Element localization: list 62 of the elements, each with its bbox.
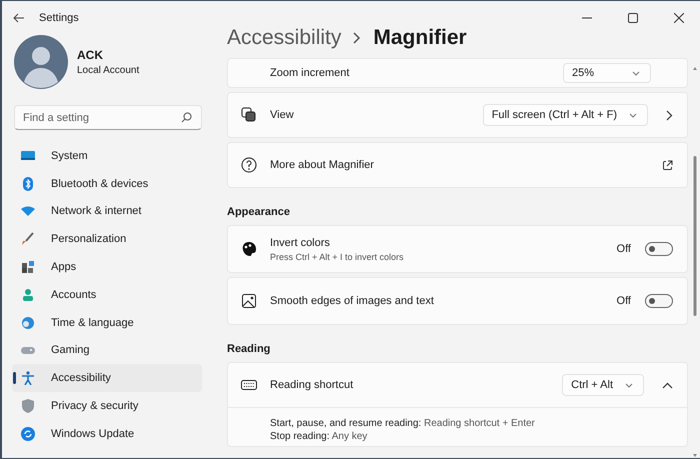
person-icon [21, 288, 35, 302]
dropdown[interactable]: Ctrl + Alt [562, 374, 644, 396]
avatar-silhouette-icon [14, 35, 68, 89]
search-icon [181, 112, 192, 123]
sidebar-item[interactable]: Accounts [12, 280, 202, 309]
sidebar-item[interactable]: Privacy & security [12, 392, 202, 420]
breadcrumb-parent[interactable]: Accessibility [227, 26, 342, 50]
shortcut-description: Stop reading: Any key [270, 431, 368, 442]
sidebar-item[interactable]: Bluetooth & devices [12, 170, 202, 198]
section-heading: Reading [227, 343, 272, 355]
image-icon [241, 293, 257, 309]
view-icon [241, 107, 257, 123]
account-name: ACK [77, 48, 104, 62]
setting-label: View [270, 109, 295, 121]
chevron-down-icon [632, 70, 640, 76]
account-type: Local Account [77, 65, 140, 76]
search-field[interactable]: Find a setting [14, 105, 202, 130]
accessibility-icon [21, 371, 35, 386]
sidebar-item[interactable]: Accessibility [12, 364, 202, 392]
close-icon[interactable] [674, 13, 684, 23]
palette-icon [241, 241, 257, 257]
setting-label: Reading shortcut [270, 379, 354, 391]
sidebar-item[interactable]: Time & language [12, 308, 202, 337]
sidebar-item[interactable]: Gaming [12, 336, 202, 364]
toggle-switch[interactable] [645, 294, 673, 308]
window-title: Settings [39, 12, 79, 24]
chevron-right-icon[interactable] [666, 110, 673, 120]
setting-label: Zoom increment [270, 67, 350, 79]
system-icon [21, 148, 35, 163]
setting-description: Press Ctrl + Alt + I to invert colors [270, 252, 405, 262]
chevron-right-icon [353, 32, 362, 44]
apps-icon [21, 260, 35, 274]
chevron-down-icon [629, 112, 637, 118]
back-arrow-icon[interactable] [13, 13, 25, 23]
globe-icon [21, 316, 35, 330]
page-title: Magnifier [373, 26, 467, 50]
bluetooth-icon [21, 176, 35, 191]
help-icon [241, 157, 257, 173]
chevron-icon[interactable] [662, 382, 673, 388]
external-link-icon[interactable] [662, 160, 673, 170]
setting-label: Invert colors [270, 236, 331, 248]
keyboard-icon [241, 377, 257, 393]
sidebar-item[interactable]: System [12, 142, 202, 170]
toggle-state: Off [616, 295, 631, 307]
section-heading: Appearance [227, 206, 291, 218]
dropdown[interactable]: Full screen (Ctrl + Alt + F) [482, 104, 648, 126]
wifi-icon [21, 204, 35, 218]
sidebar-item[interactable]: Apps [12, 253, 202, 281]
update-icon [21, 426, 35, 441]
chevron-down-icon [625, 382, 633, 388]
brush-icon [21, 232, 35, 246]
maximize-icon[interactable] [628, 13, 638, 23]
sidebar-item[interactable]: Network & internet [12, 198, 202, 226]
shortcut-description: Start, pause, and resume reading: Reading shortcut + Enter [270, 418, 536, 429]
setting-label: Smooth edges of images and text [270, 295, 435, 307]
shield-icon [21, 399, 35, 414]
toggle-state: Off [616, 243, 631, 255]
sidebar-item[interactable]: Personalization [12, 225, 202, 254]
sidebar-item[interactable]: Windows Update [12, 420, 202, 448]
setting-label: More about Magnifier [270, 159, 375, 171]
dropdown[interactable]: 25% [563, 63, 651, 83]
toggle-switch[interactable] [645, 242, 673, 256]
